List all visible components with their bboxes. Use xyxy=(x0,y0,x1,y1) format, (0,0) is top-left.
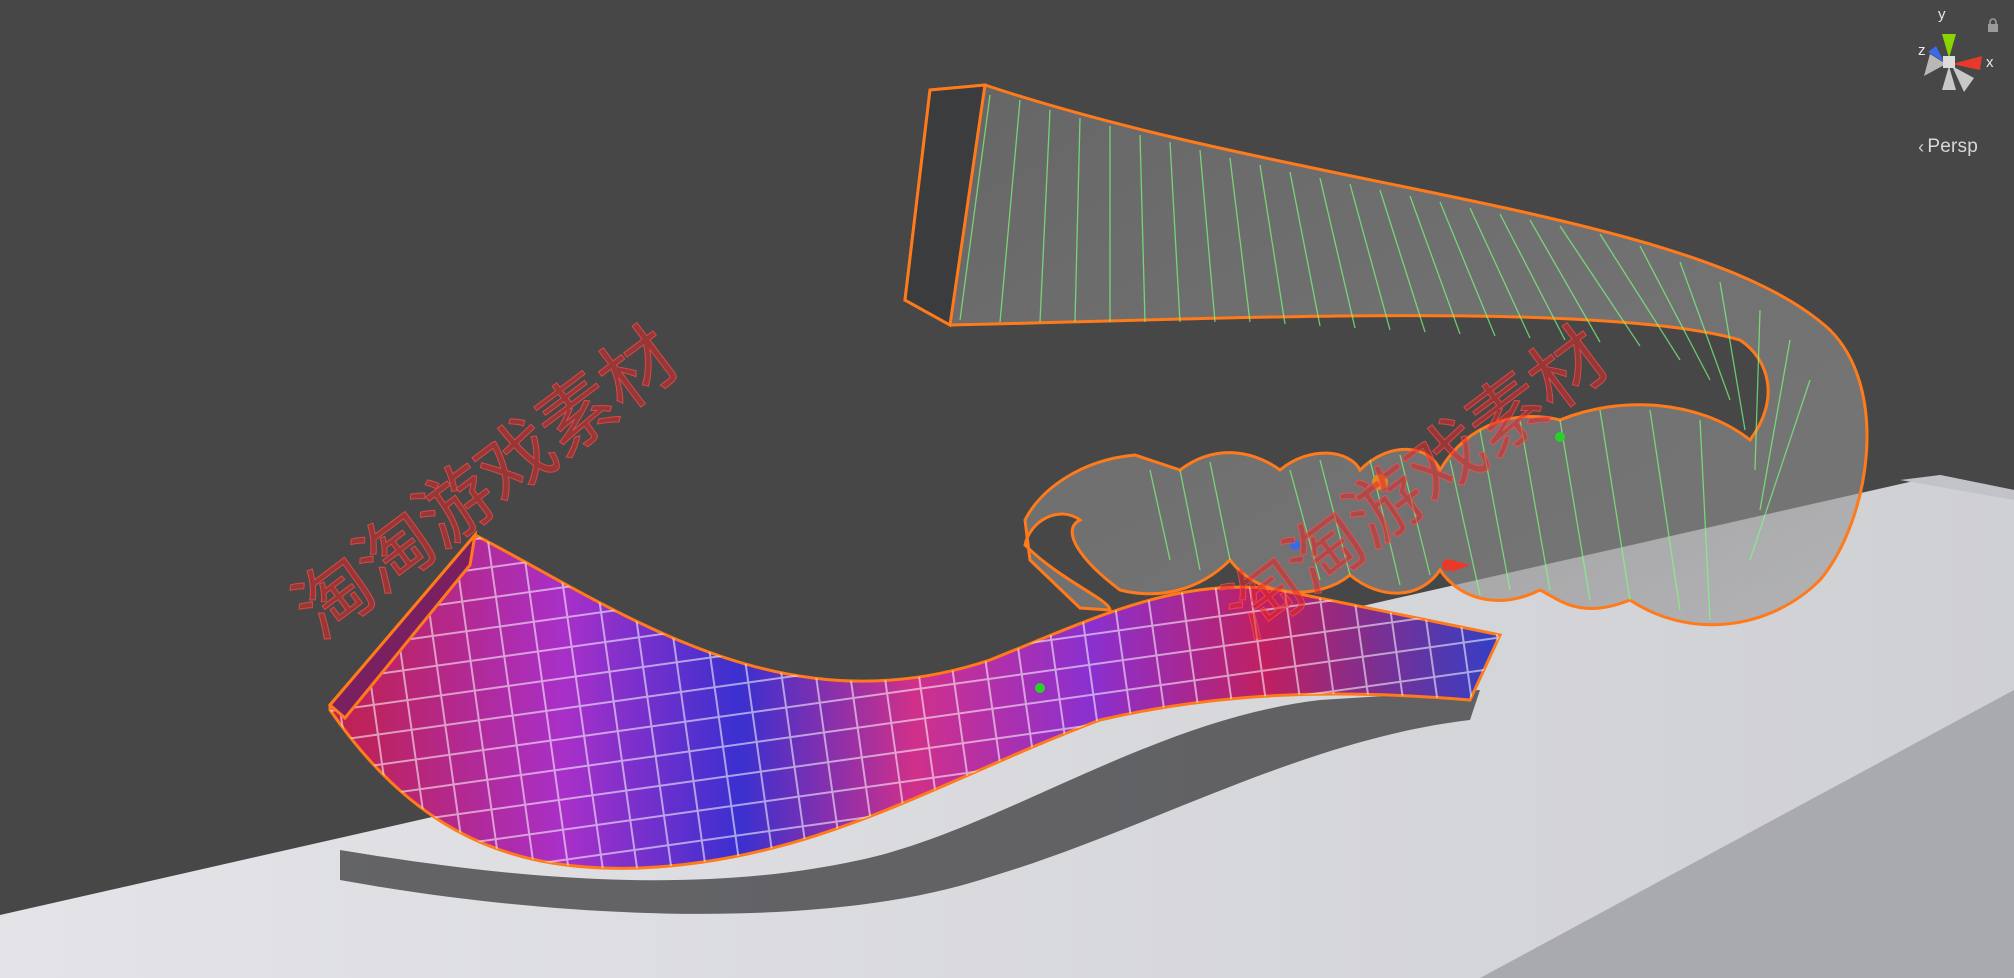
projection-toggle[interactable]: ‹ Persp xyxy=(1918,136,1978,158)
gizmo-z-label: z xyxy=(1918,42,1926,59)
chevron-left-icon: ‹ xyxy=(1918,136,1925,157)
lock-icon[interactable] xyxy=(1986,18,2000,32)
gizmo-y-label: y xyxy=(1938,6,1946,23)
scene-view[interactable] xyxy=(0,0,2014,978)
projection-label: Persp xyxy=(1927,136,1978,157)
gizmo-x-label: x xyxy=(1986,54,1994,71)
